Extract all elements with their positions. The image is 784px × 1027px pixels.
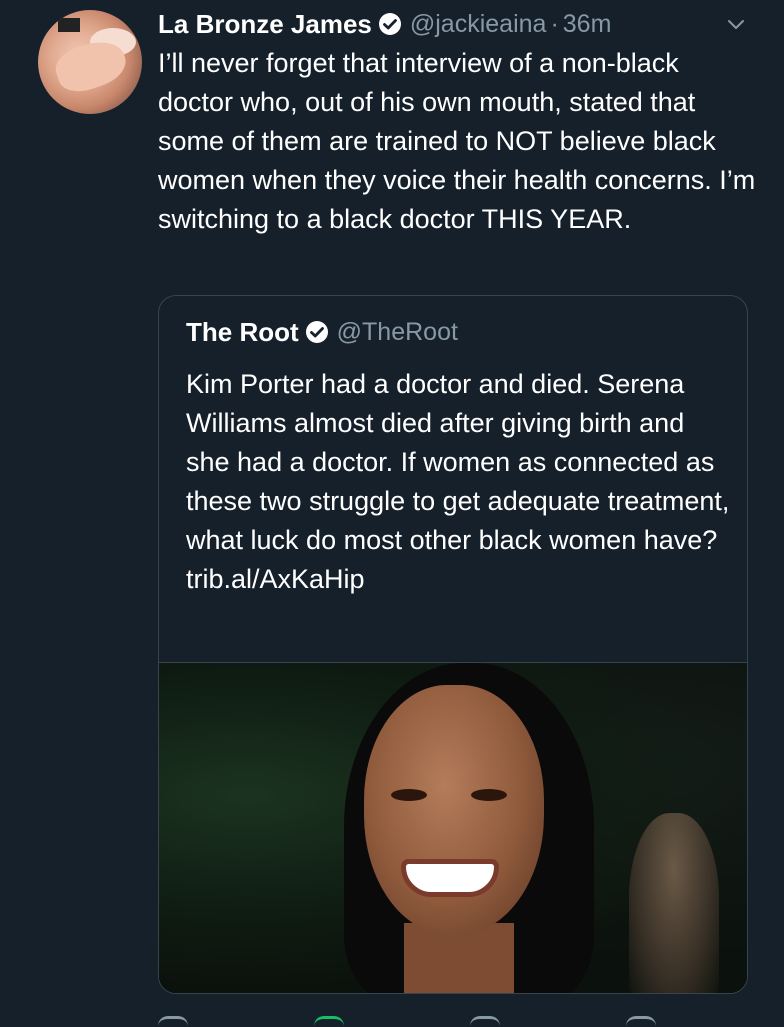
quoted-tweet-card[interactable]: The Root @TheRoot Kim Porter had a docto… <box>158 295 748 994</box>
author-name[interactable]: La Bronze James <box>158 9 372 40</box>
quoted-tweet-text: Kim Porter had a doctor and died. Serena… <box>186 369 730 594</box>
author-handle[interactable]: @jackieaina <box>410 10 547 39</box>
time-separator: · <box>550 9 559 38</box>
quoted-author-name: The Root <box>186 316 299 347</box>
chevron-down-icon[interactable] <box>724 12 748 36</box>
verified-badge-icon <box>305 320 329 344</box>
quoted-tweet-header: The Root @TheRoot <box>186 316 458 348</box>
reply-icon[interactable] <box>158 1016 188 1027</box>
quoted-tweet-photo[interactable] <box>159 662 747 993</box>
tweet-actions <box>158 1010 746 1024</box>
tweet-text: I’ll never forget that interview of a no… <box>158 48 756 234</box>
like-icon[interactable] <box>470 1016 500 1027</box>
tweet-header: La Bronze James @jackieaina · 36m <box>158 8 611 40</box>
author-avatar[interactable] <box>38 10 142 114</box>
verified-badge-icon <box>378 12 402 36</box>
share-icon[interactable] <box>626 1016 656 1027</box>
quoted-author-handle: @TheRoot <box>336 317 458 346</box>
tweet-time[interactable]: 36m <box>563 10 612 39</box>
tweet[interactable]: La Bronze James @jackieaina · 36m I’ll n… <box>0 0 784 1024</box>
retweet-icon[interactable] <box>314 1016 344 1027</box>
